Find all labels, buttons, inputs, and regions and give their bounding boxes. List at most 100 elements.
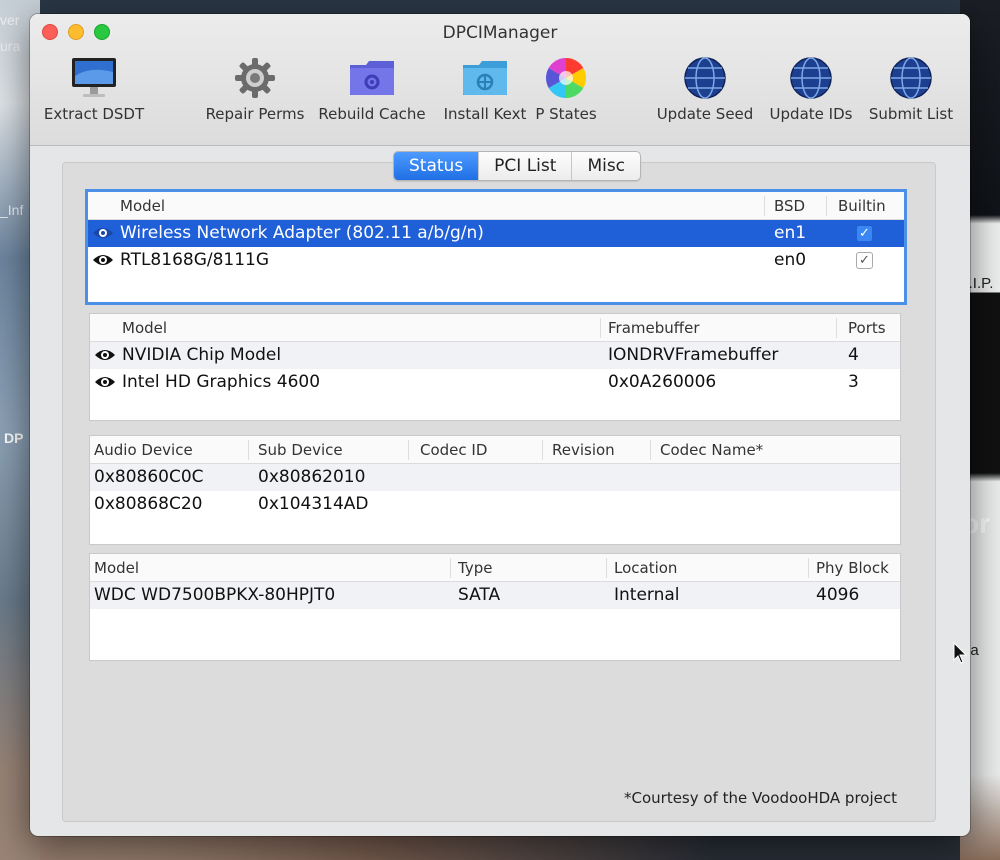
graphics-model: NVIDIA Chip Model: [122, 345, 282, 365]
toolbar-label: Update Seed: [656, 105, 754, 123]
network-bsd: en1: [774, 223, 807, 243]
tab-pci-list[interactable]: PCI List: [478, 152, 571, 180]
footer-note: *Courtesy of the VoodooHDA project: [624, 789, 897, 807]
storage-location: Internal: [614, 585, 680, 605]
network-model: Wireless Network Adapter (802.11 a/b/g/n…: [120, 223, 484, 243]
table-row[interactable]: RTL8168G/8111G en0 ✓: [88, 247, 904, 274]
rebuild-cache-button[interactable]: Rebuild Cache: [314, 56, 430, 123]
table-row[interactable]: 0x80860C0C 0x80862010: [90, 464, 900, 491]
network-table[interactable]: Model BSD Builtin Wireless Network Adapt…: [85, 189, 907, 305]
storage-phy-block: 4096: [816, 585, 860, 605]
graphics-model: Intel HD Graphics 4600: [122, 372, 321, 392]
storage-model: WDC WD7500BPKX-80HPJT0: [94, 585, 336, 605]
graphics-framebuffer: 0x0A260006: [608, 372, 717, 392]
column-header-codec-id[interactable]: Codec ID: [420, 441, 487, 459]
column-separator: [408, 440, 409, 460]
column-separator: [650, 440, 651, 460]
column-header-model[interactable]: Model: [94, 559, 139, 577]
color-wheel-icon: [542, 56, 590, 100]
column-separator: [808, 558, 809, 578]
audio-sub-device: 0x104314AD: [258, 494, 369, 514]
graphics-framebuffer: IONDRVFramebuffer: [608, 345, 779, 365]
dpcimanager-window: DPCIManager Extract DSDT Repair Perms Re…: [30, 14, 970, 836]
toolbar-label: P States: [535, 105, 597, 123]
builtin-checkbox[interactable]: ✓: [856, 225, 873, 242]
eye-icon: [95, 350, 115, 360]
column-header-audio-device[interactable]: Audio Device: [94, 441, 193, 459]
table-header: Audio Device Sub Device Codec ID Revisio…: [90, 436, 900, 464]
column-header-codec-name[interactable]: Codec Name*: [660, 441, 763, 459]
tab-misc[interactable]: Misc: [571, 152, 640, 180]
column-header-bsd[interactable]: BSD: [774, 197, 805, 215]
repair-perms-button[interactable]: Repair Perms: [200, 56, 310, 123]
table-header: Model BSD Builtin: [88, 192, 904, 220]
audio-table[interactable]: Audio Device Sub Device Codec ID Revisio…: [89, 435, 901, 545]
column-separator: [606, 558, 607, 578]
audio-device: 0x80860C0C: [94, 467, 204, 487]
globe-icon: [681, 56, 729, 100]
column-header-type[interactable]: Type: [458, 559, 492, 577]
column-header-ports[interactable]: Ports: [848, 319, 886, 337]
p-states-button[interactable]: P States: [530, 56, 602, 123]
table-header: Model Framebuffer Ports: [90, 314, 900, 342]
audio-device: 0x80868C20: [94, 494, 203, 514]
toolbar-label: Submit List: [868, 105, 954, 123]
status-panel: Status PCI List Misc Model BSD Builtin W…: [62, 151, 936, 822]
table-row[interactable]: 0x80868C20 0x104314AD: [90, 491, 900, 518]
column-header-revision[interactable]: Revision: [552, 441, 615, 459]
tab-status[interactable]: Status: [394, 152, 479, 180]
extract-dsdt-button[interactable]: Extract DSDT: [42, 56, 146, 123]
column-separator: [826, 196, 827, 216]
toolbar-label: Rebuild Cache: [318, 105, 426, 123]
column-header-model[interactable]: Model: [120, 197, 165, 215]
desktop-text: ura: [0, 38, 21, 54]
update-ids-button[interactable]: Update IDs: [764, 56, 858, 123]
column-header-builtin[interactable]: Builtin: [838, 197, 886, 215]
submit-list-button[interactable]: Submit List: [864, 56, 958, 123]
eye-icon: [93, 255, 113, 265]
globe-icon: [887, 56, 935, 100]
folder-kext-icon: [461, 56, 509, 100]
monitor-icon: [70, 56, 118, 100]
desktop-text: _Inf: [0, 202, 24, 218]
column-header-framebuffer[interactable]: Framebuffer: [608, 319, 700, 337]
update-seed-button[interactable]: Update Seed: [652, 56, 758, 123]
table-row[interactable]: Intel HD Graphics 4600 0x0A260006 3: [90, 369, 900, 396]
network-model: RTL8168G/8111G: [120, 250, 270, 270]
graphics-ports: 4: [848, 345, 859, 365]
table-row[interactable]: NVIDIA Chip Model IONDRVFramebuffer 4: [90, 342, 900, 369]
column-header-model[interactable]: Model: [122, 319, 167, 337]
mouse-cursor-icon: [953, 642, 967, 664]
table-header: Model Type Location Phy Block: [90, 554, 900, 582]
column-header-location[interactable]: Location: [614, 559, 677, 577]
tab-bar: Status PCI List Misc: [393, 151, 642, 181]
storage-table[interactable]: Model Type Location Phy Block WDC WD7500…: [89, 553, 901, 661]
globe-icon: [787, 56, 835, 100]
column-separator: [764, 196, 765, 216]
gear-icon: [231, 56, 279, 100]
builtin-checkbox[interactable]: ✓: [856, 252, 873, 269]
eye-icon: [93, 228, 113, 238]
column-separator: [836, 318, 837, 338]
column-separator: [542, 440, 543, 460]
titlebar-toolbar: DPCIManager Extract DSDT Repair Perms Re…: [30, 14, 970, 146]
install-kext-button[interactable]: Install Kext: [436, 56, 534, 123]
desktop-text: DP: [4, 430, 24, 446]
toolbar-label: Extract DSDT: [43, 105, 145, 123]
table-row[interactable]: WDC WD7500BPKX-80HPJT0 SATA Internal 409…: [90, 582, 900, 609]
toolbar-label: Install Kext: [443, 105, 527, 123]
column-separator: [600, 318, 601, 338]
column-separator: [450, 558, 451, 578]
column-header-phy-block[interactable]: Phy Block: [816, 559, 889, 577]
table-row[interactable]: Wireless Network Adapter (802.11 a/b/g/n…: [88, 220, 904, 247]
network-bsd: en0: [774, 250, 807, 270]
window-title: DPCIManager: [442, 23, 558, 43]
storage-type: SATA: [458, 585, 501, 605]
folder-gear-icon: [348, 56, 396, 100]
column-separator: [248, 440, 249, 460]
column-header-sub-device[interactable]: Sub Device: [258, 441, 343, 459]
eye-icon: [95, 377, 115, 387]
graphics-table[interactable]: Model Framebuffer Ports NVIDIA Chip Mode…: [89, 313, 901, 421]
toolbar-label: Update IDs: [769, 105, 853, 123]
graphics-ports: 3: [848, 372, 859, 392]
